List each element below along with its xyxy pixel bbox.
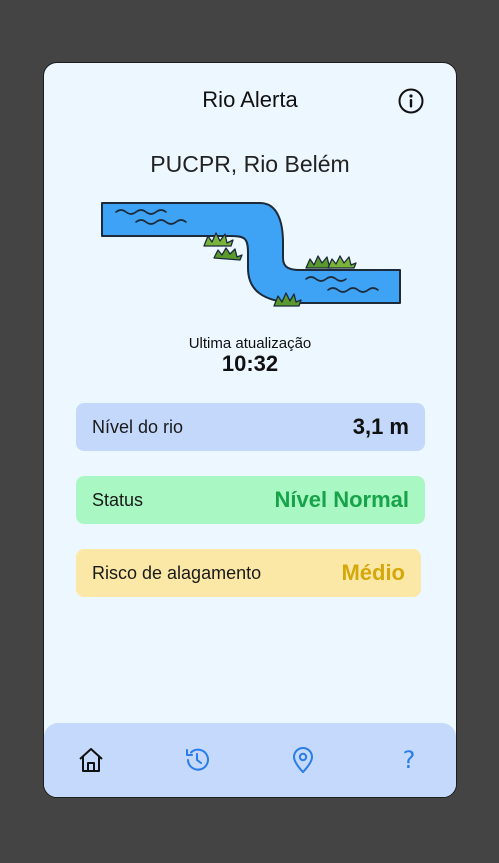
info-icon (398, 88, 424, 114)
history-icon (186, 748, 209, 771)
river-level-card[interactable]: Nível do rio 3,1 m (76, 403, 425, 451)
flood-risk-card[interactable]: Risco de alagamento Médio (76, 549, 421, 597)
app-title: Rio Alerta (202, 87, 298, 112)
help-icon: ? (402, 746, 416, 774)
last-update-time: 10:32 (221, 351, 279, 376)
nav-history[interactable] (182, 745, 212, 775)
home-icon (79, 748, 103, 772)
river-level-value: 3,1 m (352, 414, 409, 439)
location-pin-icon (293, 747, 313, 773)
last-update-label: Ultima atualização (188, 335, 312, 352)
nav-help[interactable]: ? (394, 745, 424, 775)
nav-home[interactable] (76, 745, 106, 775)
app-screen: Rio Alerta PUCPR, Rio Belém Ultima atual… (43, 62, 457, 798)
flood-risk-value: Médio (341, 560, 405, 585)
status-value: Nível Normal (274, 487, 410, 512)
river-illustration (101, 202, 401, 307)
river-level-label: Nível do rio (92, 416, 184, 437)
status-card[interactable]: Status Nível Normal (76, 476, 425, 524)
bottom-navigation: ? (44, 723, 456, 797)
status-label: Status (92, 489, 144, 510)
location-name: PUCPR, Rio Belém (150, 151, 350, 177)
info-button[interactable] (398, 88, 424, 114)
flood-risk-label: Risco de alagamento (92, 562, 262, 583)
nav-location[interactable] (288, 745, 318, 775)
